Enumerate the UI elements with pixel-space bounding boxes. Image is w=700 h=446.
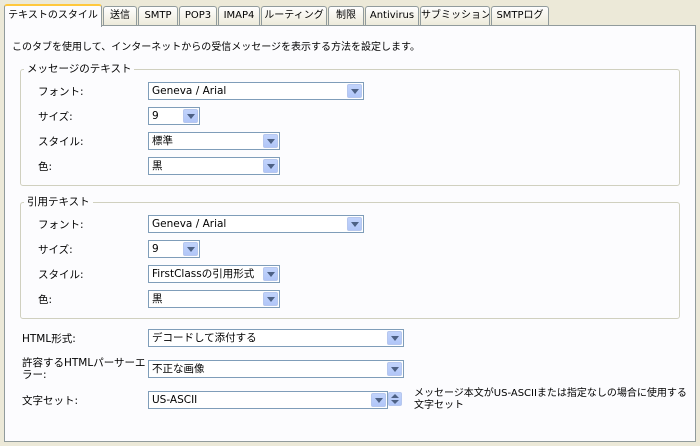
quoted-font-select[interactable]: Geneva / Arial: [148, 215, 364, 233]
tab-limits[interactable]: 制限: [328, 6, 364, 26]
charset-select[interactable]: US-ASCII: [148, 391, 388, 409]
quoted-color-value: 黒: [152, 293, 163, 305]
quoted-font-value: Geneva / Arial: [152, 218, 227, 230]
html-parser-select[interactable]: 不正な画像: [148, 360, 404, 378]
message-size-label: サイズ:: [38, 111, 73, 123]
chevron-down-icon[interactable]: [263, 134, 278, 148]
quoted-font-label: フォント:: [38, 219, 84, 231]
message-color-label: 色:: [38, 161, 53, 173]
chevron-down-icon[interactable]: [371, 393, 386, 407]
spin-up-icon[interactable]: [391, 394, 399, 398]
quoted-size-select[interactable]: 9: [148, 240, 200, 258]
message-font-value: Geneva / Arial: [152, 85, 227, 97]
tab-text-style[interactable]: テキストのスタイル: [4, 4, 102, 27]
html-parser-label-line2: ラー:: [22, 369, 47, 381]
chevron-down-icon[interactable]: [263, 159, 278, 173]
quoted-color-label: 色:: [38, 294, 53, 306]
chevron-down-icon[interactable]: [183, 242, 198, 256]
chevron-down-icon[interactable]: [347, 84, 362, 98]
tab-smtp[interactable]: SMTP: [138, 6, 178, 26]
tab-antivirus[interactable]: Antivirus: [365, 6, 419, 26]
description-text: このタブを使用して、インターネットからの受信メッセージを表示する方法を設定します…: [12, 42, 420, 53]
quoted-color-select[interactable]: 黒: [148, 290, 280, 308]
html-format-select[interactable]: デコードして添付する: [148, 329, 404, 347]
tab-send[interactable]: 送信: [103, 6, 137, 26]
quoted-size-value: 9: [152, 243, 159, 255]
message-style-value: 標準: [152, 135, 173, 147]
tab-routing[interactable]: ルーティング: [261, 6, 327, 26]
message-style-select[interactable]: 標準: [148, 132, 280, 150]
chevron-down-icon[interactable]: [263, 267, 278, 281]
chevron-down-icon[interactable]: [183, 109, 198, 123]
message-color-select[interactable]: 黒: [148, 157, 280, 175]
message-style-label: スタイル:: [38, 136, 84, 148]
charset-note-line1: メッセージ本文がUS-ASCIIまたは指定なしの場合に使用する: [414, 388, 687, 399]
chevron-down-icon[interactable]: [387, 331, 402, 345]
message-font-label: フォント:: [38, 86, 84, 98]
message-size-value: 9: [152, 110, 159, 122]
html-parser-label-line1: 許容するHTMLパーサーエ: [22, 357, 146, 369]
charset-note-line2: 文字セット: [414, 400, 464, 411]
charset-spinner[interactable]: [388, 392, 402, 406]
quoted-style-label: スタイル:: [38, 269, 84, 281]
quoted-style-select[interactable]: FirstClassの引用形式: [148, 265, 280, 283]
chevron-down-icon[interactable]: [263, 292, 278, 306]
html-format-value: デコードして添付する: [152, 332, 257, 344]
tab-smtp-log[interactable]: SMTPログ: [491, 6, 549, 26]
html-format-label: HTML形式:: [22, 333, 76, 345]
spin-down-icon[interactable]: [391, 400, 399, 404]
html-parser-value: 不正な画像: [152, 363, 205, 375]
quoted-size-label: サイズ:: [38, 244, 73, 256]
tab-imap4[interactable]: IMAP4: [218, 6, 260, 26]
chevron-down-icon[interactable]: [347, 217, 362, 231]
message-font-select[interactable]: Geneva / Arial: [148, 82, 364, 100]
charset-value: US-ASCII: [152, 394, 198, 406]
message-color-value: 黒: [152, 160, 163, 172]
charset-label: 文字セット:: [22, 395, 79, 407]
chevron-down-icon[interactable]: [387, 362, 402, 376]
message-text-legend: メッセージのテキスト: [24, 63, 135, 75]
quoted-text-legend: 引用テキスト: [24, 196, 93, 208]
quoted-style-value: FirstClassの引用形式: [152, 268, 255, 280]
message-size-select[interactable]: 9: [148, 107, 200, 125]
tab-submission[interactable]: サブミッション: [420, 6, 490, 26]
tab-pop3[interactable]: POP3: [179, 6, 217, 26]
